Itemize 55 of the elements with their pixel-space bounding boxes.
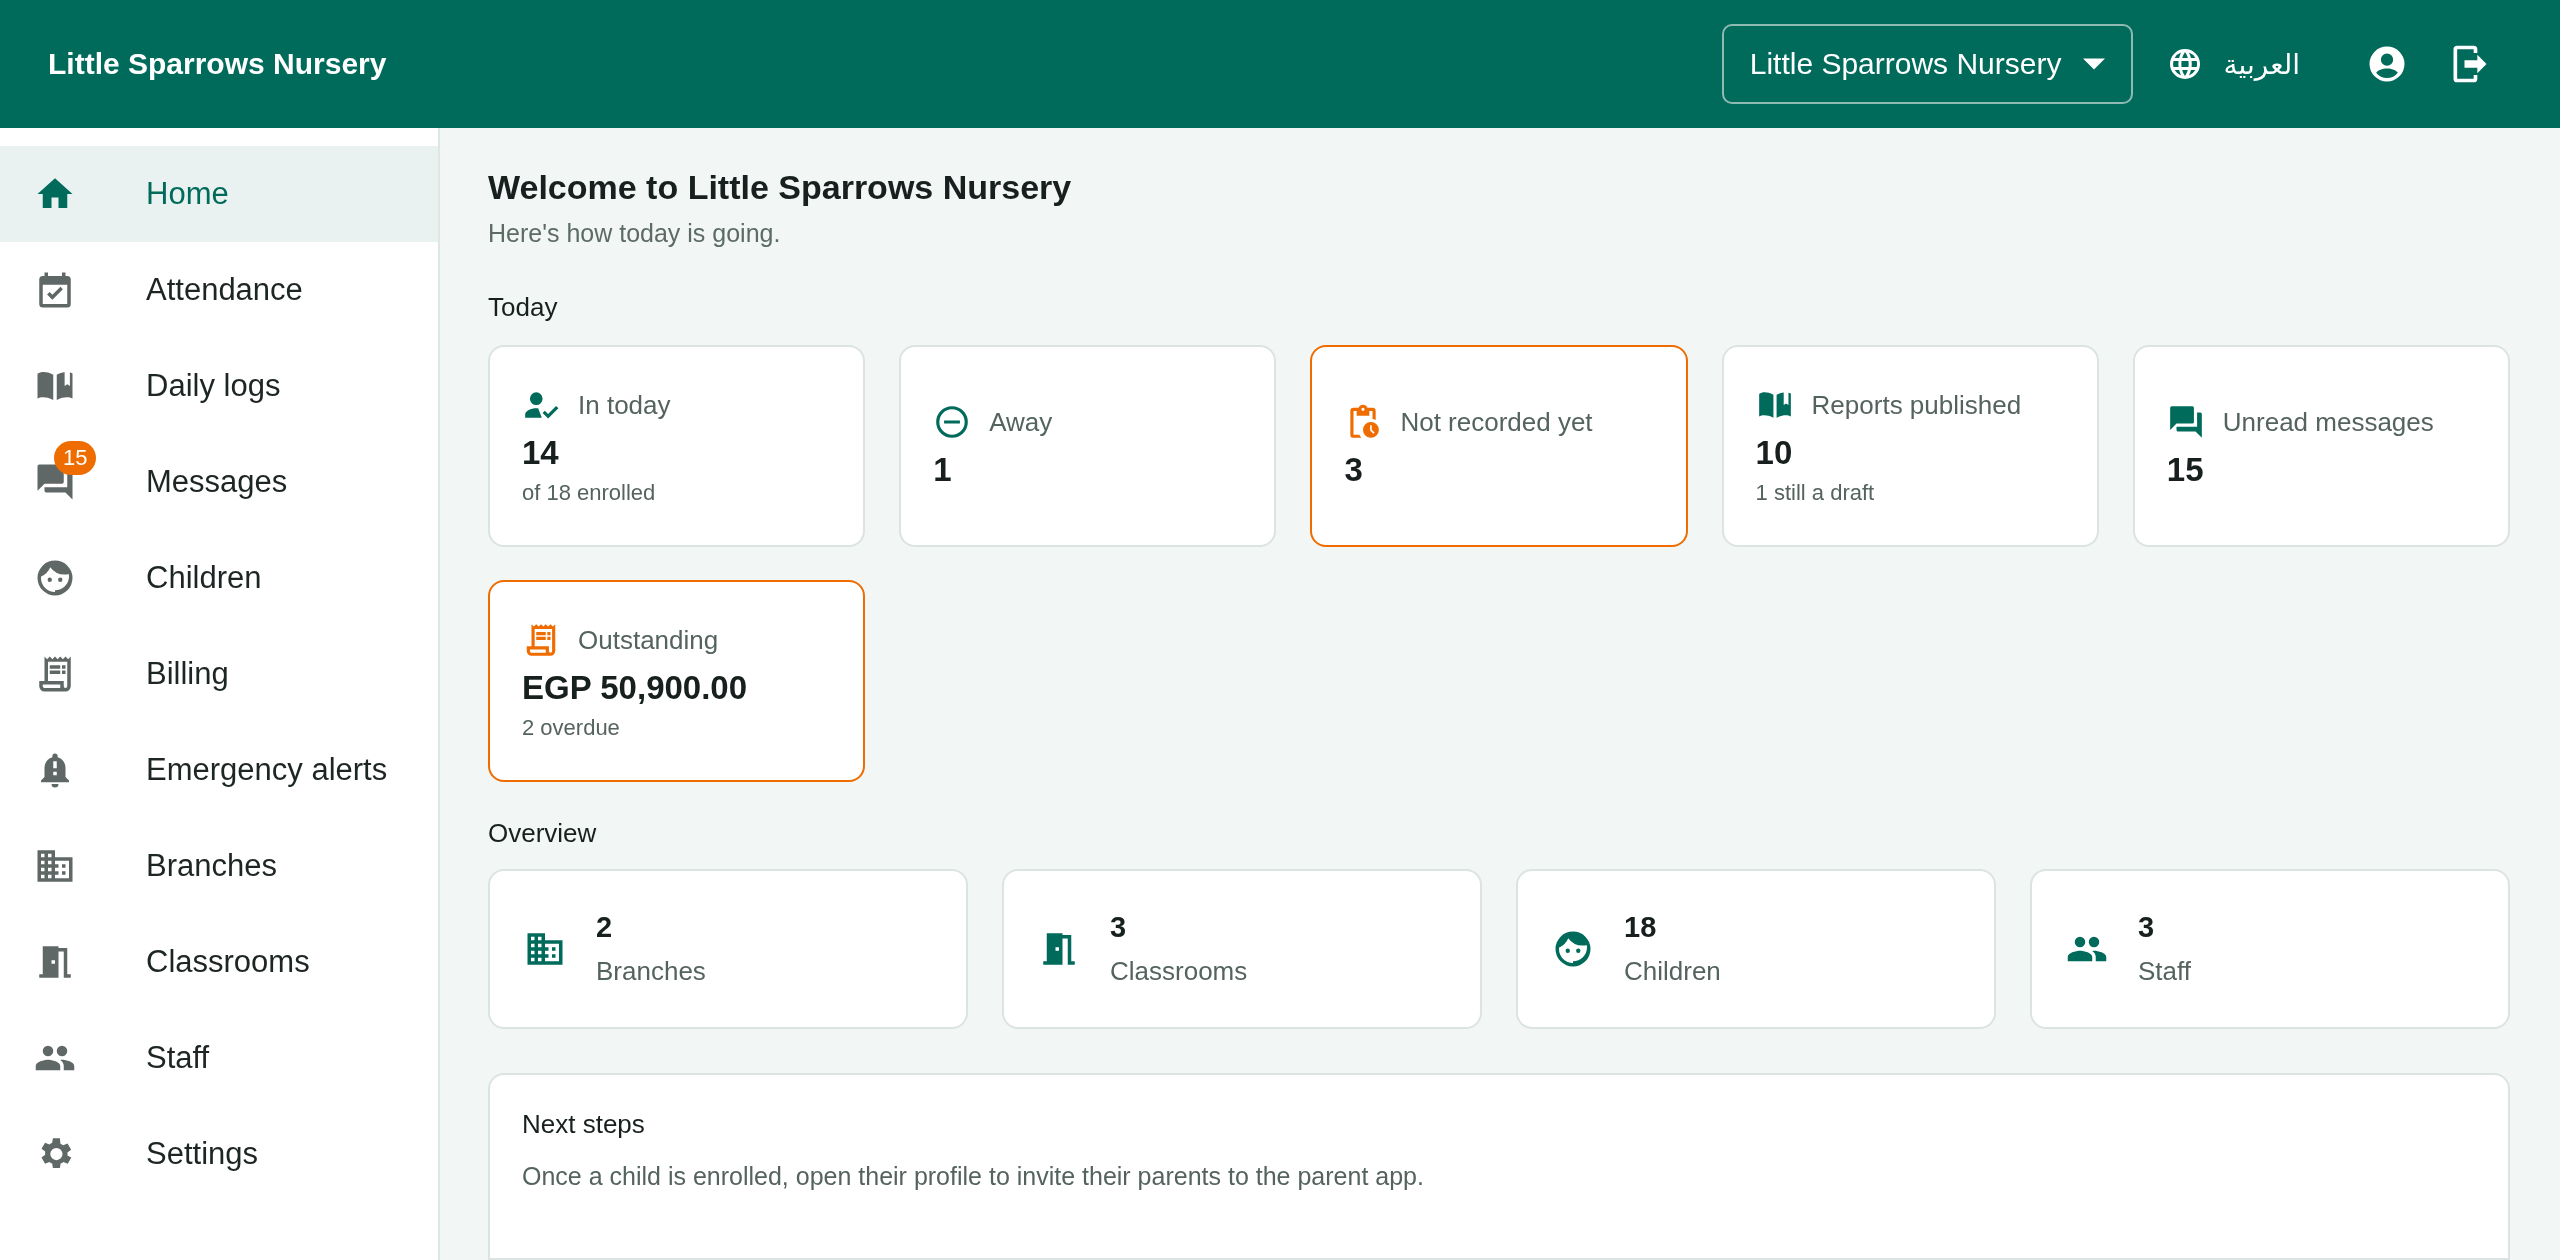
overview-label: Branches (596, 956, 706, 987)
stat-value: 14 (522, 434, 560, 472)
overview-card[interactable]: 2 Branches (488, 869, 968, 1029)
overview-count: 18 (1624, 911, 1658, 944)
app-title: Little Sparrows Nursery (48, 47, 388, 81)
sidebar-item[interactable]: Classrooms (0, 914, 438, 1010)
stat-card[interactable]: Outstanding EGP 50,900.00 2 overdue (488, 580, 866, 782)
unread-badge: 15 (54, 441, 97, 475)
welcome-subtitle: Here's how today is going. (488, 219, 782, 248)
sidebar-item[interactable]: Branches (0, 818, 438, 914)
sidebar-item[interactable]: Billing (0, 626, 438, 722)
stat-card[interactable]: Away 1 (899, 345, 1277, 547)
section-heading: Overview (488, 818, 598, 849)
overview-count: 3 (1110, 911, 1128, 944)
sidebar-item[interactable]: Settings (0, 1106, 438, 1202)
stat-card[interactable]: Not recorded yet 3 (1310, 345, 1688, 547)
section-heading: Today (488, 292, 559, 323)
sidebar-item[interactable]: Staff (0, 1010, 438, 1106)
stat-label: Outstanding (578, 624, 719, 656)
stat-label: Not recorded yet (1400, 406, 1593, 438)
stat-note: 2 overdue (522, 715, 621, 741)
overview-count: 3 (2138, 911, 2156, 944)
sidebar-item[interactable]: 15 Messages (0, 434, 438, 530)
overview-label: Classrooms (1110, 956, 1248, 987)
stat-card[interactable]: Reports published 10 1 still a draft (1721, 345, 2099, 547)
sidebar-item[interactable]: Home (0, 146, 438, 242)
overview-card[interactable]: 18 Children (1516, 869, 1996, 1029)
overview-label: Staff (2138, 956, 2191, 987)
stat-value: EGP 50,900.00 (522, 669, 749, 707)
next-steps-text: Once a child is enrolled, open their profile to invite their parents to the parent app. (522, 1162, 1425, 1191)
stat-label: Reports published (1811, 389, 2022, 421)
stat-note: of 18 enrolled (522, 480, 657, 506)
stat-value: 1 (933, 451, 953, 489)
overview-label: Children (1624, 956, 1721, 987)
stat-value: 3 (1344, 451, 1364, 489)
overview-card[interactable]: 3 Staff (2030, 869, 2510, 1029)
sidebar-item[interactable]: Attendance (0, 242, 438, 338)
sidebar-item[interactable]: Daily logs (0, 338, 438, 434)
stat-label: Unread messages (2222, 406, 2434, 438)
overview-card[interactable]: 3 Classrooms (1002, 869, 1482, 1029)
sidebar-item[interactable]: Children (0, 530, 438, 626)
language-button[interactable]: العربية (2167, 46, 2300, 82)
stat-note: 1 still a draft (1755, 480, 1876, 506)
stat-label: Away (989, 406, 1053, 438)
stat-value: 15 (2166, 451, 2205, 489)
next-steps-title: Next steps (522, 1109, 646, 1140)
stat-card[interactable]: In today 14 of 18 enrolled (488, 345, 866, 547)
caret-icon (2083, 58, 2106, 70)
welcome-title: Welcome to Little Sparrows Nursery (488, 168, 1073, 207)
nursery-select[interactable]: Little Sparrows Nursery (1721, 24, 2134, 104)
stat-value: 10 (1755, 434, 1794, 472)
overview-count: 2 (596, 911, 614, 944)
stat-label: In today (578, 389, 671, 421)
sidebar-item[interactable]: Emergency alerts (0, 722, 438, 818)
stat-card[interactable]: Unread messages 15 (2132, 345, 2510, 547)
